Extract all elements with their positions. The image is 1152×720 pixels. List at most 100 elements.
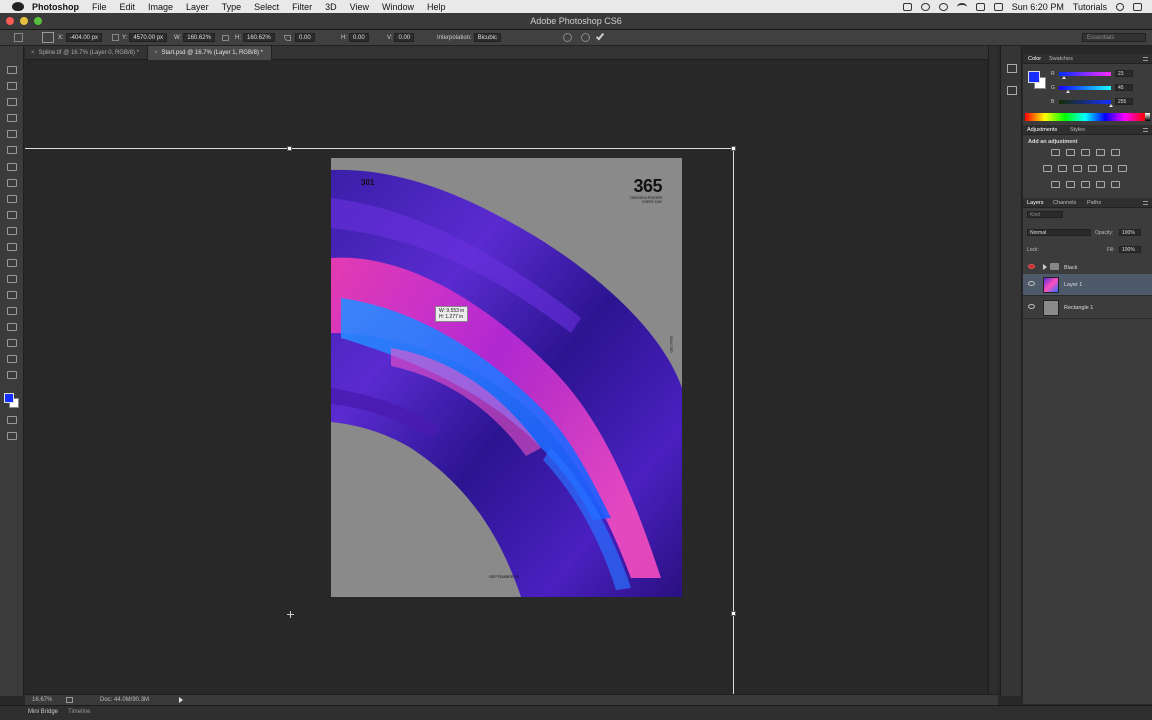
transform-handle-top-right[interactable] xyxy=(731,146,736,151)
exposure-icon[interactable] xyxy=(1096,149,1105,156)
green-slider-thumb[interactable] xyxy=(1066,90,1071,93)
red-value-input[interactable]: 23 xyxy=(1115,70,1133,77)
screen-record-icon[interactable] xyxy=(902,2,912,11)
free-transform-bounding-box[interactable] xyxy=(25,146,736,694)
apple-icon[interactable] xyxy=(12,2,24,11)
photo-filter-icon[interactable] xyxy=(1088,165,1097,172)
layer-kind-filter[interactable]: Kind xyxy=(1027,211,1063,218)
height-input[interactable]: 160.62% xyxy=(243,33,275,42)
invert-icon[interactable] xyxy=(1051,181,1060,188)
blue-slider-thumb[interactable] xyxy=(1109,104,1113,107)
tab-mini-bridge[interactable]: Mini Bridge xyxy=(28,709,58,715)
blue-value-input[interactable]: 255 xyxy=(1115,98,1133,105)
quick-mask-icon[interactable] xyxy=(7,416,17,424)
y-input[interactable]: 4570.00 px xyxy=(129,33,168,42)
h-skew-input[interactable]: 0.00 xyxy=(349,33,369,42)
levels-icon[interactable] xyxy=(1066,149,1075,156)
notification-center-icon[interactable] xyxy=(1133,2,1142,11)
transform-handle-top-center[interactable] xyxy=(287,146,292,151)
zoom-level[interactable]: 16.67% xyxy=(32,697,52,703)
menu-type[interactable]: Type xyxy=(222,2,242,12)
commit-transform-icon[interactable] xyxy=(595,31,605,41)
dodge-tool-icon[interactable] xyxy=(7,275,17,283)
menu-window[interactable]: Window xyxy=(382,2,414,12)
posterize-icon[interactable] xyxy=(1066,181,1075,188)
color-panel-foreground-swatch[interactable] xyxy=(1028,71,1040,83)
color-lookup-icon[interactable] xyxy=(1118,165,1127,172)
layer-row-rectangle-1[interactable]: Rectangle 1 xyxy=(1023,297,1152,319)
blend-mode-select[interactable]: Normal xyxy=(1027,229,1091,236)
black-white-icon[interactable] xyxy=(1073,165,1082,172)
foreground-color-swatch[interactable] xyxy=(4,393,14,403)
lasso-tool-icon[interactable] xyxy=(7,98,17,106)
x-input[interactable]: -404.00 px xyxy=(65,33,103,42)
zoom-tool-icon[interactable] xyxy=(7,371,17,379)
blue-slider-track[interactable] xyxy=(1059,100,1111,104)
vibrance-icon[interactable] xyxy=(1111,149,1120,156)
properties-panel-icon[interactable] xyxy=(1007,86,1017,95)
menubar-user[interactable]: Tutorials xyxy=(1073,2,1107,12)
red-slider-track[interactable] xyxy=(1059,72,1111,76)
path-select-tool-icon[interactable] xyxy=(7,323,17,331)
menu-view[interactable]: View xyxy=(350,2,369,12)
quick-select-tool-icon[interactable] xyxy=(7,114,17,122)
width-input[interactable]: 160.62% xyxy=(183,33,215,42)
clone-stamp-tool-icon[interactable] xyxy=(7,195,17,203)
blur-tool-icon[interactable] xyxy=(7,259,17,267)
opacity-input[interactable]: 100% xyxy=(1119,229,1141,236)
close-tab-icon[interactable]: × xyxy=(31,50,35,56)
tab-adjustments[interactable]: Adjustments xyxy=(1027,127,1057,133)
menu-file[interactable]: File xyxy=(92,2,107,12)
close-tab-icon[interactable]: × xyxy=(154,50,158,56)
tab-color[interactable]: Color xyxy=(1028,56,1041,62)
brightness-contrast-icon[interactable] xyxy=(1051,149,1060,156)
warp-mode-icon[interactable] xyxy=(563,33,572,42)
hue-saturation-icon[interactable] xyxy=(1043,165,1052,172)
green-value-input[interactable]: 45 xyxy=(1115,84,1133,91)
move-tool-icon[interactable] xyxy=(7,66,17,74)
tab-styles[interactable]: Styles xyxy=(1070,127,1085,133)
panel-menu-icon[interactable] xyxy=(1143,57,1148,61)
doc-tab-start[interactable]: × Start.psd @ 16.7% (Layer 1, RGB/8) * xyxy=(147,46,272,60)
eraser-tool-icon[interactable] xyxy=(7,227,17,235)
color-spectrum-ramp[interactable] xyxy=(1025,113,1145,121)
transform-center-point[interactable] xyxy=(287,611,294,618)
menu-3d[interactable]: 3D xyxy=(325,2,337,12)
tab-layers[interactable]: Layers xyxy=(1027,200,1044,206)
sync-icon[interactable] xyxy=(938,2,948,11)
layer-visibility-eye-icon[interactable] xyxy=(1028,304,1035,309)
status-menu-arrow-icon[interactable] xyxy=(179,697,183,703)
layer-visibility-eye-icon[interactable] xyxy=(1028,281,1035,286)
menu-help[interactable]: Help xyxy=(427,2,446,12)
panel-menu-icon[interactable] xyxy=(1143,201,1148,205)
gradient-map-icon[interactable] xyxy=(1111,181,1120,188)
menu-filter[interactable]: Filter xyxy=(292,2,312,12)
menu-image[interactable]: Image xyxy=(148,2,173,12)
fill-input[interactable]: 100% xyxy=(1119,246,1141,253)
menu-edit[interactable]: Edit xyxy=(120,2,136,12)
curves-icon[interactable] xyxy=(1081,149,1090,156)
hand-tool-icon[interactable] xyxy=(7,355,17,363)
workspace-switcher[interactable]: Essentials xyxy=(1082,33,1146,42)
red-slider-thumb[interactable] xyxy=(1061,76,1066,79)
transform-handle-bottom-right[interactable] xyxy=(731,611,736,616)
gradient-tool-icon[interactable] xyxy=(7,243,17,251)
screen-mode-icon[interactable] xyxy=(7,432,17,440)
relative-position-icon[interactable] xyxy=(112,34,119,41)
doc-tab-spline[interactable]: × Spline.tif @ 16.7% (Layer 0, RGB/8) * xyxy=(25,46,148,60)
transform-tool-icon[interactable] xyxy=(14,33,23,42)
cancel-transform-icon[interactable] xyxy=(581,33,590,42)
pen-tool-icon[interactable] xyxy=(7,291,17,299)
canvas-area[interactable]: 301 365 DESIGN A POSTER EVERY DAY 001 NO… xyxy=(25,60,988,694)
spotlight-search-icon[interactable] xyxy=(1116,2,1124,11)
v-skew-input[interactable]: 0.00 xyxy=(394,33,415,42)
color-balance-icon[interactable] xyxy=(1058,165,1067,172)
type-tool-icon[interactable] xyxy=(7,307,17,315)
layer-visibility-eye-icon[interactable] xyxy=(1028,264,1035,269)
tab-timeline[interactable]: Timeline xyxy=(68,709,90,715)
tab-paths[interactable]: Paths xyxy=(1087,200,1101,206)
channel-mixer-icon[interactable] xyxy=(1103,165,1112,172)
vertical-scrollbar[interactable] xyxy=(988,46,998,694)
healing-brush-tool-icon[interactable] xyxy=(7,163,17,171)
interpolation-select[interactable]: Bicubic xyxy=(473,33,502,42)
